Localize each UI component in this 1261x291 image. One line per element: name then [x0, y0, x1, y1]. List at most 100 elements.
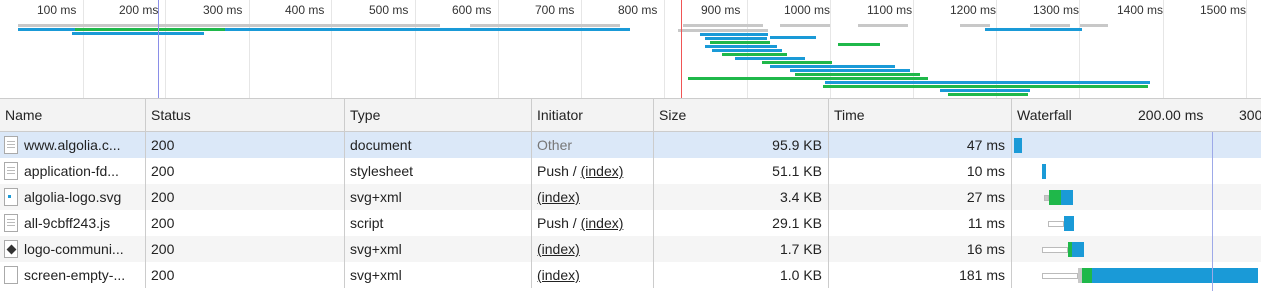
overview-request-bar — [823, 85, 1148, 88]
column-header-status[interactable]: Status — [146, 99, 345, 132]
table-row[interactable]: algolia-logo.svg 200 svg+xml (index) 3.4 KB 2… — [0, 184, 1261, 210]
initiator-link[interactable]: (index) — [581, 215, 624, 231]
overview-request-bar — [688, 77, 928, 80]
overview-request-bar — [1030, 24, 1070, 27]
overview-gridline — [1246, 0, 1247, 98]
overview-request-bar — [770, 36, 816, 39]
request-name: algolia-logo.svg — [24, 189, 122, 205]
waterfall-bar — [1042, 247, 1068, 253]
cell-status: 200 — [146, 184, 345, 210]
column-header-time[interactable]: Time — [829, 99, 1012, 132]
column-header-type[interactable]: Type — [345, 99, 532, 132]
overview-timeline[interactable]: 100 ms 200 ms 300 ms 400 ms 500 ms 600 ms 700 … — [0, 0, 1261, 98]
overview-request-bar — [858, 24, 908, 27]
cell-waterfall[interactable] — [1012, 236, 1261, 262]
request-name: screen-empty-... — [24, 267, 126, 283]
cell-name[interactable]: www.algolia.c... — [0, 132, 146, 158]
waterfall-bar — [1014, 138, 1022, 153]
overview-request-bar — [72, 32, 204, 35]
initiator-link[interactable]: (index) — [537, 189, 580, 205]
waterfall-bar — [1064, 216, 1074, 231]
initiator-link[interactable]: (index) — [537, 267, 580, 283]
waterfall-load-marker — [1212, 132, 1213, 291]
cell-name[interactable]: logo-communi... — [0, 236, 146, 262]
cell-size: 1.7 KB — [654, 236, 829, 262]
waterfall-bar — [1042, 273, 1078, 279]
column-header-initiator[interactable]: Initiator — [532, 99, 654, 132]
cell-waterfall[interactable] — [1012, 262, 1261, 288]
doc-icon — [4, 214, 18, 232]
table-row[interactable]: logo-communi... 200 svg+xml (index) 1.7 KB 16… — [0, 236, 1261, 262]
column-header-size[interactable]: Size — [654, 99, 829, 132]
cell-time: 10 ms — [829, 158, 1012, 184]
cell-type: script — [345, 210, 532, 236]
overview-tick-label: 1000 ms — [784, 3, 831, 17]
cell-size: 29.1 KB — [654, 210, 829, 236]
cell-time: 47 ms — [829, 132, 1012, 158]
overview-gridline — [415, 0, 416, 98]
cell-time: 16 ms — [829, 236, 1012, 262]
cell-waterfall[interactable] — [1012, 158, 1261, 184]
cell-status: 200 — [146, 132, 345, 158]
network-request-table: Name Status Type Initiator Size Time Wat… — [0, 98, 1261, 291]
column-header-name[interactable]: Name — [0, 99, 146, 132]
cell-name[interactable]: application-fd... — [0, 158, 146, 184]
blank-icon — [4, 266, 18, 284]
overview-tick-label: 200 ms — [119, 3, 159, 17]
overview-request-bar — [705, 45, 777, 48]
overview-request-bar — [225, 28, 630, 31]
overview-tick-label: 500 ms — [369, 3, 409, 17]
cell-time: 181 ms — [829, 262, 1012, 288]
cell-size: 1.0 KB — [654, 262, 829, 288]
overview-request-bar — [710, 41, 770, 44]
cell-status: 200 — [146, 262, 345, 288]
overview-request-bar — [700, 33, 768, 36]
cell-initiator: (index) — [532, 236, 654, 262]
table-row[interactable]: all-9cbff243.js 200 script Push / (index) 29… — [0, 210, 1261, 236]
overview-tick-label: 800 ms — [618, 3, 658, 17]
cell-waterfall[interactable] — [1012, 184, 1261, 210]
overview-gridline — [331, 0, 332, 98]
overview-request-bar — [705, 37, 767, 40]
waterfall-bar — [1092, 268, 1258, 283]
table-row[interactable]: www.algolia.c... 200 document Other 95.9 KB 4… — [0, 132, 1261, 158]
cell-status: 200 — [146, 210, 345, 236]
cell-waterfall[interactable] — [1012, 210, 1261, 236]
request-name: all-9cbff243.js — [24, 215, 111, 231]
initiator-prefix: Push / — [537, 163, 581, 179]
table-row[interactable]: application-fd... 200 stylesheet Push / (in… — [0, 158, 1261, 184]
overview-tick-label: 1100 ms — [867, 3, 913, 17]
overview-request-bar — [940, 89, 1030, 92]
cell-initiator: (index) — [532, 184, 654, 210]
overview-gridline — [83, 0, 84, 98]
initiator-link[interactable]: (index) — [581, 163, 624, 179]
doc-icon — [4, 162, 18, 180]
column-header-waterfall[interactable]: Waterfall 200.00 ms 300 — [1012, 99, 1261, 132]
overview-gridline — [1163, 0, 1164, 98]
overview-event-marker — [681, 0, 682, 98]
waterfall-bar — [1061, 190, 1073, 205]
cell-name[interactable]: all-9cbff243.js — [0, 210, 146, 236]
cell-waterfall[interactable] — [1012, 132, 1261, 158]
cell-name[interactable]: screen-empty-... — [0, 262, 146, 288]
overview-request-bar — [735, 57, 805, 60]
overview-gridline — [249, 0, 250, 98]
cell-name[interactable]: algolia-logo.svg — [0, 184, 146, 210]
overview-event-marker — [158, 0, 159, 98]
initiator-link[interactable]: (index) — [537, 241, 580, 257]
overview-request-bar — [712, 49, 782, 52]
overview-tick-label: 1500 ms — [1200, 3, 1247, 17]
overview-request-bar — [960, 24, 990, 27]
image-icon — [4, 188, 18, 206]
overview-request-bar — [762, 61, 832, 64]
overview-request-bar — [948, 93, 1028, 96]
overview-request-bar — [683, 24, 763, 27]
overview-tick-label: 400 ms — [285, 3, 325, 17]
overview-request-bar — [795, 73, 920, 76]
table-row[interactable]: screen-empty-... 200 svg+xml (index) 1.0 KB 1… — [0, 262, 1261, 288]
cell-initiator: (index) — [532, 262, 654, 288]
waterfall-label: Waterfall — [1017, 107, 1072, 123]
logo-icon — [4, 240, 18, 258]
cell-size: 95.9 KB — [654, 132, 829, 158]
cell-initiator: Push / (index) — [532, 210, 654, 236]
